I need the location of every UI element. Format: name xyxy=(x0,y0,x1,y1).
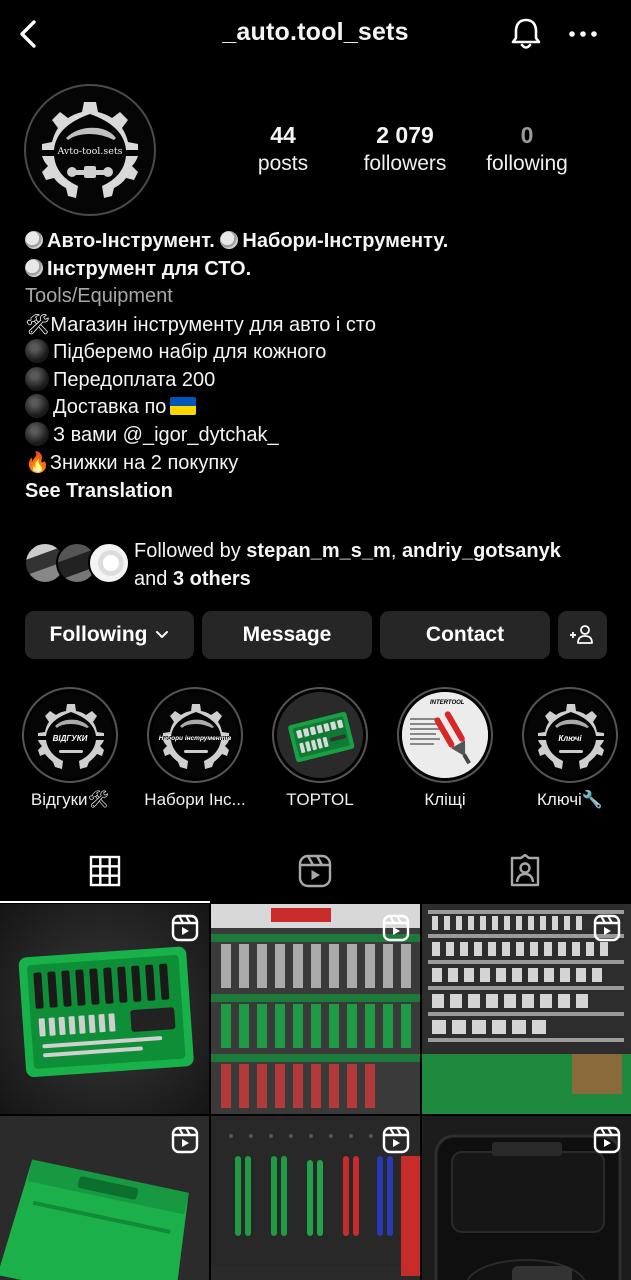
suggested-people-button[interactable] xyxy=(558,611,607,659)
fire-icon: 🔥 xyxy=(25,450,50,474)
followed-by-section[interactable]: Followed by stepan_m_s_m, andriy_gotsany… xyxy=(24,538,619,594)
black-circle-icon xyxy=(25,339,49,363)
highlight-inner-text: ВІДГУКИ xyxy=(52,734,88,743)
highlight-label: TOPTOL xyxy=(286,790,354,809)
bio-line: Доставка по xyxy=(25,394,615,422)
contact-button-label: Contact xyxy=(425,623,505,646)
story-highlight[interactable]: Ключі Ключі🔧 xyxy=(515,687,625,810)
tab-posts-grid[interactable] xyxy=(0,840,210,903)
followers-others-link[interactable]: 3 others xyxy=(173,568,251,590)
posts-count: 44 xyxy=(270,122,296,148)
message-button[interactable]: Message xyxy=(202,611,372,659)
highlight-inner-text: Набори інструментів xyxy=(158,735,232,742)
bio-line: 🛠Магазин інструменту для авто і сто xyxy=(25,311,376,336)
see-translation-link[interactable]: See Translation xyxy=(25,478,615,506)
hammer-wrench-icon: 🛠 xyxy=(25,311,51,336)
reels-icon xyxy=(298,854,332,888)
post-thumbnail[interactable] xyxy=(422,1116,631,1280)
story-highlight[interactable]: ВІДГУКИ Відгуки🛠 xyxy=(15,687,125,810)
highlight-inner-text: INTERTOOL xyxy=(430,700,465,706)
following-button[interactable]: Following xyxy=(25,611,194,659)
profile-bio: Авто-Інструмент. Набори-Інструменту. Інс… xyxy=(25,228,615,505)
story-highlight[interactable]: TOPTOL xyxy=(265,687,375,810)
tagged-person-icon xyxy=(510,854,540,887)
bio-line: Підберемо набір для кожного xyxy=(25,339,615,367)
highlight-label: Відгуки🛠 xyxy=(30,790,110,809)
bio-title-line-1: Авто-Інструмент. Набори-Інструменту. xyxy=(25,228,615,256)
chevron-down-icon xyxy=(156,631,169,638)
profile-avatar[interactable]: Avto-tool.sets xyxy=(24,84,156,216)
tab-reels[interactable] xyxy=(210,840,420,902)
bio-title-part-3: Інструмент для СТО. xyxy=(47,257,252,280)
following-label: following xyxy=(486,152,568,175)
grey-circle-icon xyxy=(25,231,43,249)
contact-button[interactable]: Contact xyxy=(380,611,550,659)
add-person-icon xyxy=(569,625,593,644)
following-stat[interactable]: 0 following xyxy=(478,120,576,178)
followed-by-text: Followed by stepan_m_s_m, andriy_gotsany… xyxy=(134,540,561,590)
bio-title-part-1: Авто-Інструмент. xyxy=(47,230,215,252)
post-thumbnail[interactable] xyxy=(211,1116,420,1280)
notification-bell-icon[interactable] xyxy=(506,14,546,54)
reel-badge-icon xyxy=(593,914,621,942)
highlight-label: Кліщі xyxy=(424,790,466,809)
bio-line: 🔥Знижки на 2 покупку xyxy=(25,450,239,474)
reel-badge-icon xyxy=(171,1126,199,1154)
followers-stat[interactable]: 2 079 followers xyxy=(355,120,455,178)
post-thumbnail[interactable] xyxy=(211,904,420,1114)
bio-title-part-2: Набори-Інструменту. xyxy=(242,230,449,252)
followers-label: followers xyxy=(363,152,447,175)
post-thumbnail[interactable] xyxy=(0,904,209,1114)
bio-title-line-2: Інструмент для СТО. xyxy=(25,256,615,284)
grey-circle-icon xyxy=(220,231,239,249)
bio-line: З вами @_igor_dytchak_ xyxy=(25,421,615,450)
black-circle-icon xyxy=(25,421,49,446)
profile-tabs xyxy=(0,840,631,903)
follower-avatar xyxy=(88,542,130,584)
reel-badge-icon xyxy=(382,1126,410,1154)
black-circle-icon xyxy=(25,394,49,418)
top-bar: _auto.tool_sets xyxy=(0,0,631,70)
grey-circle-icon xyxy=(25,258,43,277)
following-count: 0 xyxy=(520,122,534,148)
message-button-label: Message xyxy=(242,623,332,646)
post-thumbnail[interactable] xyxy=(422,904,631,1114)
toptul-case-image xyxy=(277,692,363,778)
follower-username[interactable]: andriy_gotsanyk xyxy=(402,540,561,562)
story-highlight[interactable]: Набори інструментів Набори Інс... xyxy=(140,687,250,810)
following-button-label: Following xyxy=(49,623,148,646)
reel-badge-icon xyxy=(593,1126,621,1154)
followers-count: 2 079 xyxy=(376,122,434,148)
reel-badge-icon xyxy=(382,914,410,942)
posts-label: posts xyxy=(257,152,309,175)
follower-username[interactable]: stepan_m_s_m xyxy=(246,540,391,562)
posts-stat[interactable]: 44 posts xyxy=(248,120,318,178)
story-highlight[interactable]: INTERTOOL Кліщі xyxy=(390,687,500,810)
black-circle-icon xyxy=(25,366,49,391)
post-thumbnail[interactable] xyxy=(0,1116,209,1280)
profile-category: Tools/Equipment xyxy=(25,285,173,307)
ukraine-flag-icon xyxy=(170,397,197,415)
more-options-icon[interactable] xyxy=(566,22,600,46)
tab-tagged[interactable] xyxy=(420,840,630,902)
bio-line: Передоплата 200 xyxy=(25,366,615,395)
reel-badge-icon xyxy=(171,914,199,942)
highlight-inner-text: Ключі xyxy=(558,734,582,743)
grid-icon xyxy=(89,855,121,887)
highlight-label: Ключі🔧 xyxy=(537,790,603,809)
highlight-label: Набори Інс... xyxy=(144,790,246,809)
avatar-logo-text: Avto-tool.sets xyxy=(57,146,123,157)
